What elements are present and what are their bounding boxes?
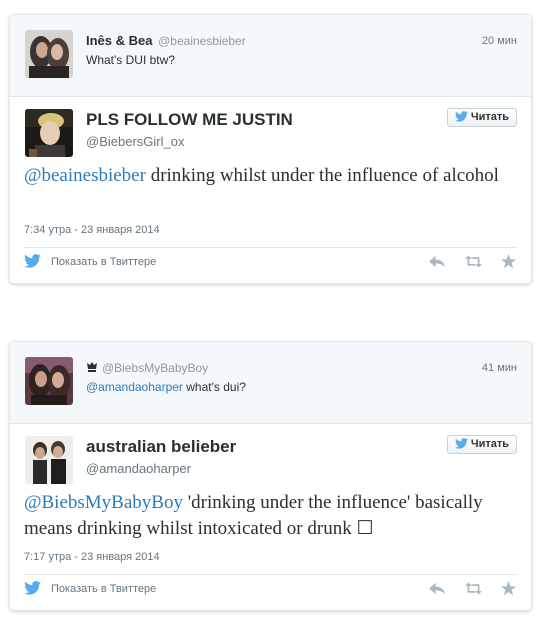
follow-button-label: Читать <box>470 438 509 450</box>
avatar[interactable] <box>25 30 73 78</box>
avatar[interactable] <box>25 109 73 157</box>
embedded-tweet-card: Inês & Bea @beainesbieber What's DUI btw… <box>9 14 532 284</box>
star-icon[interactable] <box>500 581 517 596</box>
divider <box>24 574 517 575</box>
view-on-twitter-label: Показать в Твиттере <box>51 256 157 268</box>
embedded-tweet-card: @BiebsMyBabyBoy @amandaoharper what's du… <box>9 341 532 611</box>
tweet-timestamp[interactable]: 7:17 утра - 23 января 2014 <box>24 551 160 563</box>
mention-link[interactable]: @BiebsMyBabyBoy <box>24 492 183 513</box>
retweet-icon[interactable] <box>464 581 482 596</box>
context-timestamp[interactable]: 20 мин <box>482 35 517 47</box>
context-tweet-text: What's DUI btw? <box>86 53 175 67</box>
crown-icon <box>87 362 97 372</box>
context-tweet-text: @amandaoharper what's dui? <box>86 380 246 394</box>
follow-button[interactable]: Читать <box>446 435 517 454</box>
reply-icon[interactable] <box>429 581 446 596</box>
author-name[interactable]: australian belieber <box>86 437 236 457</box>
context-user-name[interactable]: Inês & Bea <box>86 33 152 48</box>
avatar[interactable] <box>25 436 73 484</box>
author-name[interactable]: PLS FOLLOW ME JUSTIN <box>86 110 293 130</box>
mention-link[interactable]: @amandaoharper <box>86 380 183 394</box>
context-tweet-body: what's dui? <box>182 380 246 394</box>
twitter-bird-icon <box>454 438 468 449</box>
twitter-bird-icon <box>24 581 41 595</box>
twitter-bird-icon <box>454 111 468 122</box>
mention-link[interactable]: @beainesbieber <box>24 165 146 186</box>
follow-button[interactable]: Читать <box>446 108 517 127</box>
twitter-bird-icon <box>24 254 41 268</box>
follow-button-label: Читать <box>470 111 509 123</box>
view-on-twitter-link[interactable]: Показать в Твиттере <box>24 581 156 595</box>
divider <box>24 247 517 248</box>
reply-icon[interactable] <box>429 254 446 269</box>
context-user-handle[interactable]: @BiebsMyBabyBoy <box>102 361 208 375</box>
author-handle[interactable]: @BiebersGirl_ox <box>86 134 184 149</box>
view-on-twitter-label: Показать в Твиттере <box>51 583 157 595</box>
tweet-text: @BiebsMyBabyBoy 'drinking under the infl… <box>24 490 513 542</box>
author-handle[interactable]: @amandaoharper <box>86 461 191 476</box>
tweet-text: @beainesbieber drinking whilst under the… <box>24 163 513 189</box>
tweet-timestamp[interactable]: 7:34 утра - 23 января 2014 <box>24 224 160 236</box>
tweet-body: drinking whilst under the influence of a… <box>145 165 499 186</box>
tweet-actions <box>415 254 517 274</box>
avatar[interactable] <box>25 357 73 405</box>
star-icon[interactable] <box>500 254 517 269</box>
in-reply-to-context: @BiebsMyBabyBoy @amandaoharper what's du… <box>10 342 531 424</box>
tweet-actions <box>415 581 517 601</box>
context-timestamp[interactable]: 41 мин <box>482 362 517 374</box>
context-user-handle[interactable]: @beainesbieber <box>158 34 246 48</box>
view-on-twitter-link[interactable]: Показать в Твиттере <box>24 254 156 268</box>
in-reply-to-context: Inês & Bea @beainesbieber What's DUI btw… <box>10 15 531 97</box>
retweet-icon[interactable] <box>464 254 482 269</box>
